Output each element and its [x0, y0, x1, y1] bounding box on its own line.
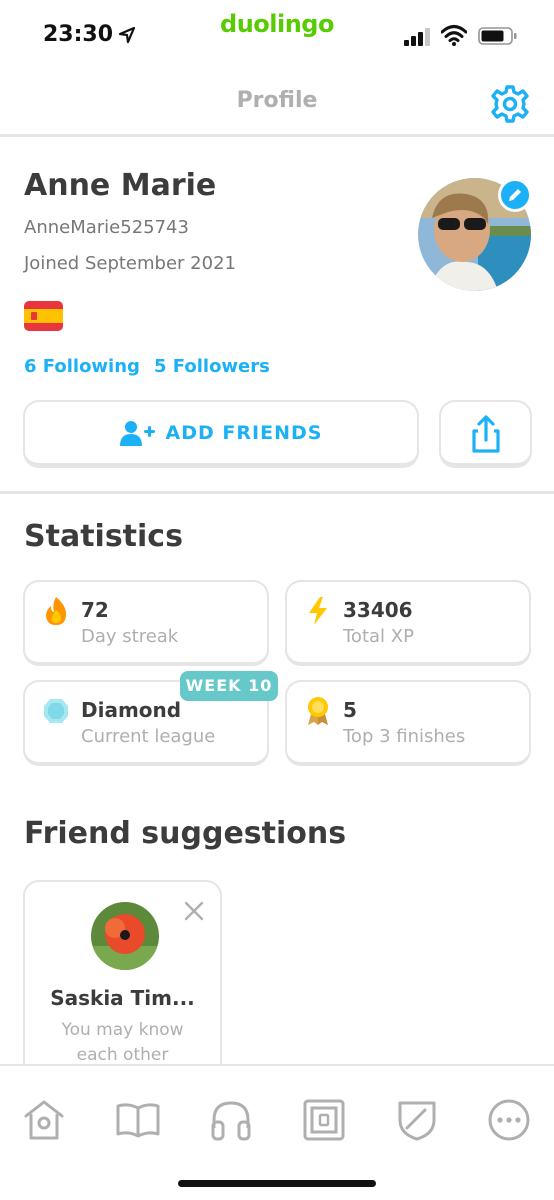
spain-flag-icon[interactable] [24, 301, 63, 331]
streak-card: 72 Day streak [23, 580, 269, 666]
wifi-icon [441, 25, 467, 46]
add-user-icon [119, 420, 155, 446]
share-button[interactable] [439, 400, 532, 468]
edit-avatar-button[interactable] [498, 178, 532, 212]
followers-link[interactable]: 5 Followers [154, 356, 270, 377]
top3-card: 5 Top 3 finishes [285, 680, 531, 766]
friend-suggestions-title: Friend suggestions [24, 816, 347, 851]
top3-value: 5 [343, 698, 357, 722]
top-header: Profile [0, 70, 554, 136]
streak-value: 72 [81, 598, 109, 622]
xp-value: 33406 [343, 598, 413, 622]
battery-icon [478, 27, 517, 45]
header-divider [0, 134, 554, 137]
diamond-league-icon [44, 699, 68, 723]
gear-icon[interactable] [490, 84, 530, 124]
profile-joined-date: Joined September 2021 [24, 253, 236, 274]
headphones-icon[interactable] [209, 1098, 253, 1142]
stories-icon[interactable] [302, 1098, 346, 1142]
home-indicator[interactable] [178, 1180, 376, 1187]
book-icon[interactable] [116, 1098, 160, 1142]
home-icon[interactable] [22, 1098, 66, 1142]
cellular-signal-icon [404, 28, 430, 46]
page-title: Profile [236, 88, 318, 113]
profile-username: AnneMarie525743 [24, 217, 189, 238]
pencil-icon [509, 189, 521, 201]
streak-label: Day streak [81, 626, 179, 647]
week-badge: WEEK 10 [180, 671, 278, 701]
xp-label: Total XP [343, 626, 414, 647]
friend-suggestion-card[interactable]: Saskia Tim... You may know each other [23, 880, 222, 1080]
more-icon[interactable] [487, 1098, 531, 1142]
add-friends-label: ADD FRIENDS [165, 421, 323, 444]
suggestion-subtitle-line1: You may know [61, 1020, 184, 1040]
medal-icon [308, 697, 328, 725]
suggestion-name: Saskia Tim... [50, 986, 195, 1010]
suggestion-avatar [91, 902, 159, 970]
profile-divider [0, 491, 554, 494]
lightning-icon [309, 597, 327, 625]
close-icon[interactable] [183, 900, 205, 922]
league-value: Diamond [81, 698, 182, 722]
carrier-logo: duolingo [220, 10, 334, 38]
top3-label: Top 3 finishes [343, 726, 466, 747]
share-icon [472, 415, 500, 453]
status-bar: 23:30 duolingo [0, 0, 554, 70]
suggestion-subtitle: You may know each other [25, 1018, 220, 1068]
following-link[interactable]: 6 Following [24, 356, 140, 377]
statistics-title: Statistics [24, 519, 183, 554]
profile-name: Anne Marie [24, 168, 217, 203]
league-label: Current league [81, 726, 216, 747]
shield-icon[interactable] [395, 1098, 439, 1142]
add-friends-button[interactable]: ADD FRIENDS [23, 400, 419, 468]
flame-icon [46, 597, 67, 625]
xp-card: 33406 Total XP [285, 580, 531, 666]
